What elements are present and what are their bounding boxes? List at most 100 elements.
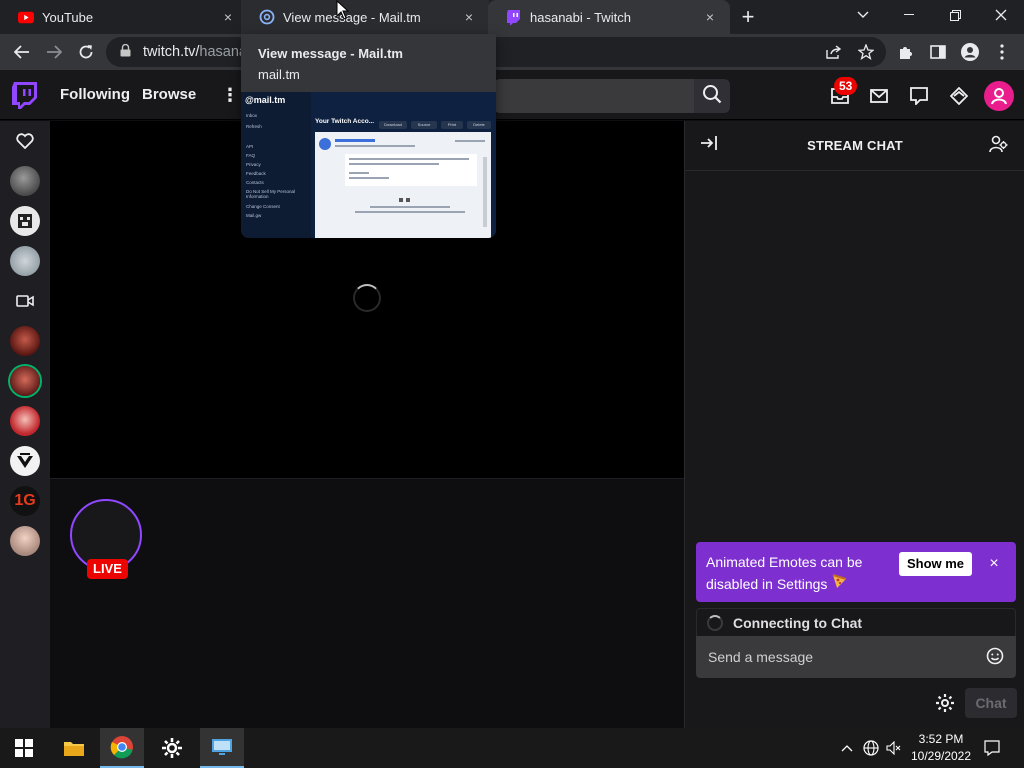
chat-input-placeholder: Send a message [708, 649, 814, 665]
remote-desktop-icon[interactable] [200, 728, 244, 768]
channel-avatar[interactable] [10, 246, 40, 276]
channel-avatar[interactable] [10, 326, 40, 356]
promo-text: Animated Emotes can be disabled in Setti… [706, 554, 863, 592]
profile-icon[interactable] [958, 40, 982, 64]
thumbnail-heading: Your Twitch Acco... [315, 118, 375, 125]
search-button[interactable] [694, 79, 730, 113]
tab-close-icon[interactable]: × [220, 9, 236, 25]
channel-avatar[interactable] [10, 166, 40, 196]
side-panel-icon[interactable] [926, 40, 950, 64]
connecting-status: Connecting to Chat [696, 608, 1016, 636]
tab-close-icon[interactable]: × [702, 9, 718, 25]
minimize-icon[interactable] [886, 0, 932, 30]
action-center-icon[interactable] [982, 738, 1002, 758]
chat-title: STREAM CHAT [807, 138, 903, 153]
browser-tab-strip: YouTube × View message - Mail.tm × hasan… [0, 0, 1024, 34]
channel-avatar[interactable] [10, 526, 40, 556]
chat-send-button[interactable]: Chat [965, 688, 1017, 718]
followed-channels-rail: 1G [0, 121, 50, 728]
tab-title: YouTube [42, 9, 94, 25]
channel-info: LIVE [50, 478, 684, 728]
community-users-icon[interactable] [989, 135, 1011, 157]
mouse-cursor-icon [336, 0, 350, 20]
youtube-icon [18, 9, 34, 25]
tab-mailtm[interactable]: View message - Mail.tm × [241, 0, 489, 34]
thumbnail-link: Feedback [246, 171, 266, 176]
kebab-menu-icon[interactable] [990, 40, 1014, 64]
user-avatar[interactable] [984, 81, 1014, 111]
more-menu-icon[interactable]: ⋮ [221, 85, 239, 106]
pizza-emote-icon [831, 574, 847, 592]
preview-url: mail.tm [258, 67, 300, 82]
channel-avatar[interactable] [10, 206, 40, 236]
tab-title: View message - Mail.tm [283, 9, 421, 25]
chat-header: STREAM CHAT [685, 121, 1024, 171]
live-badge: LIVE [87, 559, 128, 579]
twitch-top-nav: Following Browse ⋮ 53 [0, 70, 1024, 120]
extensions-puzzle-icon[interactable] [894, 40, 918, 64]
close-window-icon[interactable] [978, 0, 1024, 30]
video-camera-icon[interactable] [13, 289, 37, 313]
chat-message-input[interactable]: Send a message [696, 636, 1016, 678]
tab-close-icon[interactable]: × [461, 9, 477, 25]
thumbnail-link: Refresh [246, 124, 262, 129]
bookmark-star-icon[interactable] [854, 40, 878, 64]
tab-hover-preview: View message - Mail.tm mail.tm @mail.tm … [241, 34, 496, 238]
chrome-icon[interactable] [100, 728, 144, 768]
network-globe-icon[interactable] [861, 738, 881, 758]
thumbnail-link: Mail.gw [246, 213, 262, 218]
channel-avatar[interactable] [10, 446, 40, 476]
windows-start-icon[interactable] [2, 728, 46, 768]
connecting-spinner-icon [707, 615, 723, 631]
preview-thumbnail: @mail.tm Inbox Refresh API FAQ Privacy F… [241, 92, 496, 238]
heart-icon[interactable] [13, 129, 37, 153]
chat-settings-gear-icon[interactable] [935, 693, 955, 713]
thumbnail-email-card [315, 132, 491, 238]
settings-gear-icon[interactable] [150, 728, 194, 768]
speaker-muted-icon[interactable] [884, 738, 904, 758]
chevron-down-icon[interactable] [840, 0, 886, 30]
channel-avatar[interactable] [10, 406, 40, 436]
tab-youtube[interactable]: YouTube × [0, 0, 248, 34]
clock-date: 10/29/2022 [910, 749, 972, 763]
thumbnail-link: Privacy [246, 162, 261, 167]
share-icon[interactable] [822, 40, 846, 64]
animated-emotes-promo: Animated Emotes can be disabled in Setti… [696, 542, 1016, 602]
close-promo-icon[interactable]: × [984, 552, 1004, 576]
nav-following[interactable]: Following [60, 86, 130, 103]
thumbnail-link: Inbox [246, 113, 258, 118]
thumbnail-link: Do Not Sell My Personal Information [246, 189, 296, 199]
nav-browse[interactable]: Browse [142, 86, 196, 103]
clock-time: 3:52 PM [918, 732, 964, 746]
emote-picker-icon[interactable] [986, 647, 1006, 667]
tab-twitch[interactable]: hasanabi - Twitch × [488, 0, 730, 34]
chevron-up-icon[interactable] [837, 738, 857, 758]
taskbar-clock[interactable]: 3:52 PM 10/29/2022 [906, 731, 976, 765]
loading-spinner-icon [353, 284, 381, 312]
twitch-logo-icon[interactable] [12, 82, 38, 110]
crown-prime-icon[interactable] [947, 84, 971, 108]
search-icon [702, 84, 722, 109]
channel-avatar[interactable] [10, 366, 40, 396]
new-tab-button[interactable]: + [736, 6, 760, 30]
forward-arrow-icon[interactable] [42, 40, 66, 64]
file-explorer-icon[interactable] [52, 728, 96, 768]
thumbnail-logo: @mail.tm [245, 95, 286, 105]
thumbnail-sidebar: @mail.tm Inbox Refresh API FAQ Privacy F… [241, 92, 309, 238]
channel-avatar[interactable]: 1G [10, 486, 40, 516]
show-me-button[interactable]: Show me [899, 552, 972, 576]
restore-icon[interactable] [932, 0, 978, 30]
stream-chat-panel: STREAM CHAT Animated Emotes can be disab… [684, 121, 1024, 728]
back-arrow-icon[interactable] [10, 40, 34, 64]
twitch-icon [506, 9, 522, 25]
chat-bubble-icon[interactable] [907, 84, 931, 108]
thumbnail-action: Source [411, 121, 437, 129]
address-bar[interactable]: twitch.tv/hasana [106, 37, 886, 67]
whispers-mail-icon[interactable] [867, 84, 891, 108]
thumbnail-link: Contacts [246, 180, 264, 185]
search-input[interactable] [494, 79, 694, 113]
connecting-text: Connecting to Chat [733, 615, 863, 631]
thumbnail-action: Download [379, 121, 407, 129]
reload-icon[interactable] [74, 40, 98, 64]
url-host: twitch.tv/ [143, 44, 200, 60]
